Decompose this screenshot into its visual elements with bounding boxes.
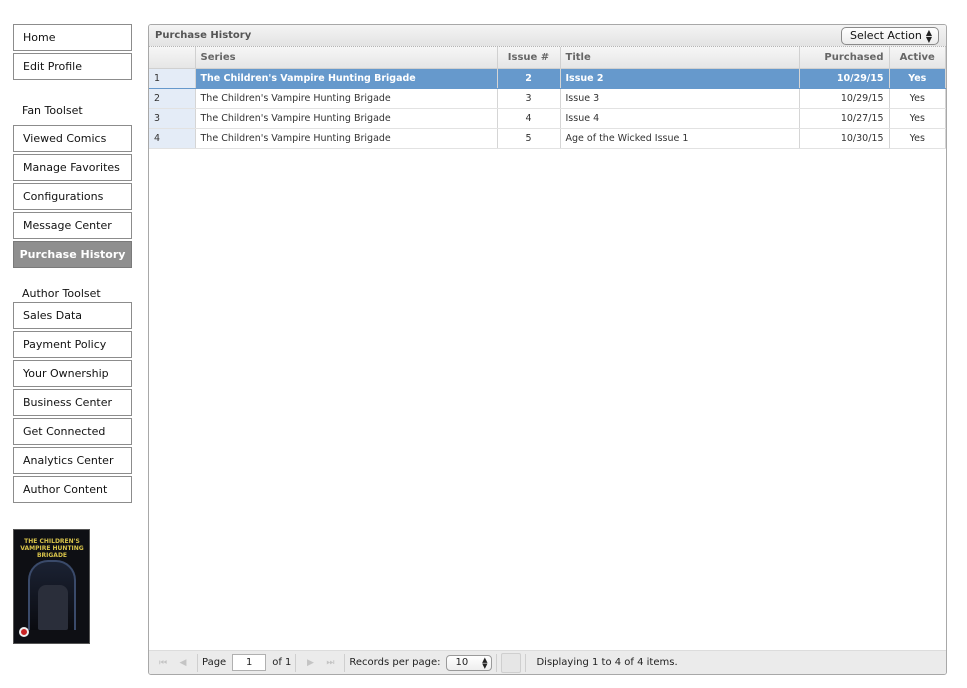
divider <box>197 653 198 672</box>
nav-home[interactable]: Home <box>13 24 132 51</box>
col-header-issue[interactable]: Issue # <box>497 47 561 69</box>
page-number-input[interactable]: 1 <box>232 654 267 671</box>
table-row[interactable]: 1 The Children's Vampire Hunting Brigade 2… <box>149 67 946 89</box>
cell-rownum: 1 <box>149 67 196 89</box>
select-action-label: Select Action <box>850 29 922 42</box>
cell-issue: 2 <box>497 68 561 89</box>
updown-arrows-icon: ▲ ▼ <box>925 28 932 44</box>
nav-sales-data[interactable]: Sales Data <box>13 302 132 329</box>
nav-manage-favorites[interactable]: Manage Favorites <box>13 154 132 181</box>
panel-header: Purchase History Select Action ▲ ▼ <box>149 25 946 47</box>
sidebar: Home Edit Profile Fan Toolset Viewed Com… <box>13 24 132 505</box>
nav-your-ownership[interactable]: Your Ownership <box>13 360 132 387</box>
publisher-logo-icon <box>19 627 29 637</box>
nav-configurations[interactable]: Configurations <box>13 183 132 210</box>
records-per-page-label: Records per page: <box>349 657 441 668</box>
pagination-bar: ⏮ ◀ Page 1 of 1 ▶ ⏭ Records per page: 10… <box>149 650 946 674</box>
page-label: Page <box>202 657 227 668</box>
col-header-title[interactable]: Title <box>560 47 800 69</box>
cell-issue: 4 <box>497 108 561 129</box>
cell-rownum: 4 <box>149 128 196 149</box>
refresh-button[interactable] <box>501 652 522 673</box>
cell-title: Issue 3 <box>560 88 800 109</box>
cell-issue: 3 <box>497 88 561 109</box>
cell-active: Yes <box>889 88 946 109</box>
cell-purchased: 10/29/15 <box>799 88 890 109</box>
table-row[interactable]: 2 The Children's Vampire Hunting Brigade 3… <box>149 88 946 109</box>
nav-author-content[interactable]: Author Content <box>13 476 132 503</box>
cell-active: Yes <box>889 128 946 149</box>
cell-series: The Children's Vampire Hunting Brigade <box>195 108 498 129</box>
divider <box>496 653 498 672</box>
cell-active: Yes <box>889 68 946 89</box>
divider <box>344 653 346 672</box>
cell-rownum: 2 <box>149 88 196 109</box>
col-header-purchased[interactable]: Purchased <box>799 47 890 69</box>
author-toolset-label: Author Toolset <box>22 287 101 300</box>
purchase-table: Series Issue # Title Purchased Active 1T… <box>149 47 946 149</box>
nav-edit-profile[interactable]: Edit Profile <box>13 53 132 80</box>
first-page-icon[interactable]: ⏮ <box>153 654 173 672</box>
col-header-active[interactable]: Active <box>889 47 946 69</box>
panel-title: Purchase History <box>155 30 252 41</box>
nav-payment-policy[interactable]: Payment Policy <box>13 331 132 358</box>
cover-title: THE CHILDREN'S VAMPIRE HUNTING BRIGADE <box>20 538 84 559</box>
prev-page-icon[interactable]: ◀ <box>173 654 193 672</box>
nav-get-connected[interactable]: Get Connected <box>13 418 132 445</box>
cell-active: Yes <box>889 108 946 129</box>
purchase-history-panel: Purchase History Select Action ▲ ▼ Series… <box>148 24 947 675</box>
cell-title: Issue 4 <box>560 108 800 129</box>
comic-cover-thumbnail[interactable]: THE CHILDREN'S VAMPIRE HUNTING BRIGADE <box>13 529 90 644</box>
cell-issue: 5 <box>497 128 561 149</box>
display-status: Displaying 1 to 4 of 4 items. <box>536 657 678 668</box>
next-page-icon[interactable]: ▶ <box>300 654 320 672</box>
table-header-row: Series Issue # Title Purchased Active <box>149 47 946 69</box>
nav-viewed-comics[interactable]: Viewed Comics <box>13 125 132 152</box>
records-per-page-value: 10 <box>455 656 469 668</box>
fan-toolset-label: Fan Toolset <box>22 104 83 117</box>
cover-art-figure <box>38 585 68 630</box>
cell-title: Issue 2 <box>560 68 800 89</box>
cell-purchased: 10/29/15 <box>799 68 890 89</box>
cell-series: The Children's Vampire Hunting Brigade <box>195 68 498 89</box>
nav-message-center[interactable]: Message Center <box>13 212 132 239</box>
last-page-icon[interactable]: ⏭ <box>320 654 340 672</box>
cell-purchased: 10/27/15 <box>799 108 890 129</box>
updown-arrows-icon: ▲ ▼ <box>482 655 488 670</box>
nav-business-center[interactable]: Business Center <box>13 389 132 416</box>
nav-analytics-center[interactable]: Analytics Center <box>13 447 132 474</box>
cell-rownum: 3 <box>149 108 196 129</box>
select-action-dropdown[interactable]: Select Action ▲ ▼ <box>841 27 939 45</box>
table-row[interactable]: 3 The Children's Vampire Hunting Brigade 4… <box>149 108 946 129</box>
records-per-page-select[interactable]: 10 ▲ ▼ <box>446 654 493 671</box>
page-of-label: of 1 <box>272 657 292 668</box>
cell-series: The Children's Vampire Hunting Brigade <box>195 88 498 109</box>
col-header-series[interactable]: Series <box>195 47 498 69</box>
divider <box>295 653 297 672</box>
nav-purchase-history[interactable]: Purchase History <box>13 241 132 268</box>
cell-purchased: 10/30/15 <box>799 128 890 149</box>
divider <box>525 653 527 672</box>
cell-series: The Children's Vampire Hunting Brigade <box>195 128 498 149</box>
table-row[interactable]: 4 The Children's Vampire Hunting Brigade 5… <box>149 128 946 149</box>
col-header-rownum <box>149 47 196 69</box>
cell-title: Age of the Wicked Issue 1 <box>560 128 800 149</box>
